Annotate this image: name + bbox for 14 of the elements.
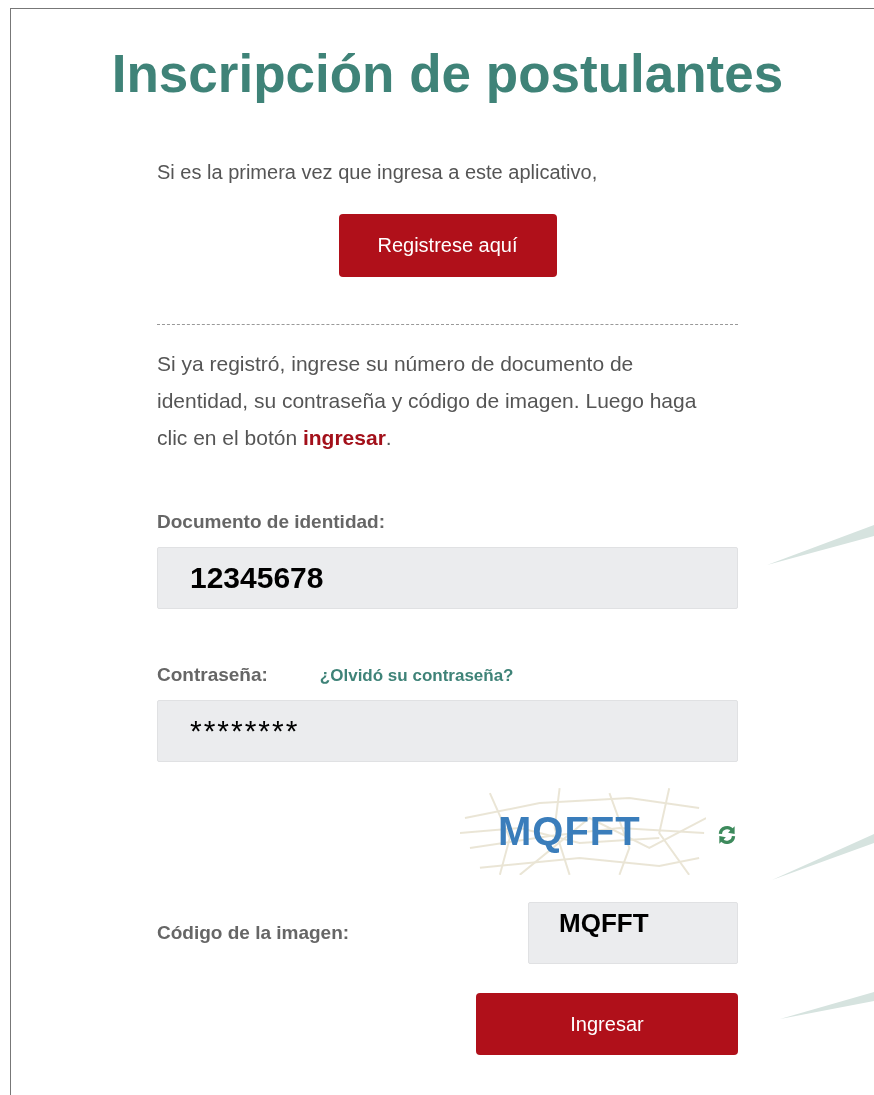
page-title: Inscripción de postulantes bbox=[111, 43, 784, 105]
submit-button[interactable]: Ingresar bbox=[476, 993, 738, 1055]
forgot-password-link[interactable]: ¿Olvidó su contraseña? bbox=[319, 666, 514, 686]
password-field[interactable]: ******** bbox=[157, 700, 738, 762]
captcha-code-field[interactable]: MQFFT bbox=[528, 902, 738, 964]
instructions-text: Si ya registró, ingrese su número de documento de identidad, su contraseña y código de imagen. Luego haga clic en el botón ingresar. bbox=[157, 351, 698, 451]
field-label: Documento de identidad: bbox=[157, 511, 385, 533]
captcha-image: MQFFT bbox=[460, 788, 707, 875]
document-field[interactable]: 12345678 bbox=[157, 547, 738, 609]
field-label: Código de la imagen: bbox=[157, 922, 350, 944]
intro-text: Si es la primera vez que ingresa a este aplicativo, bbox=[157, 160, 599, 185]
register-button[interactable]: Registrese aquí bbox=[338, 214, 557, 277]
refresh-icon[interactable] bbox=[716, 823, 738, 846]
field-label: Contraseña: bbox=[157, 664, 268, 686]
